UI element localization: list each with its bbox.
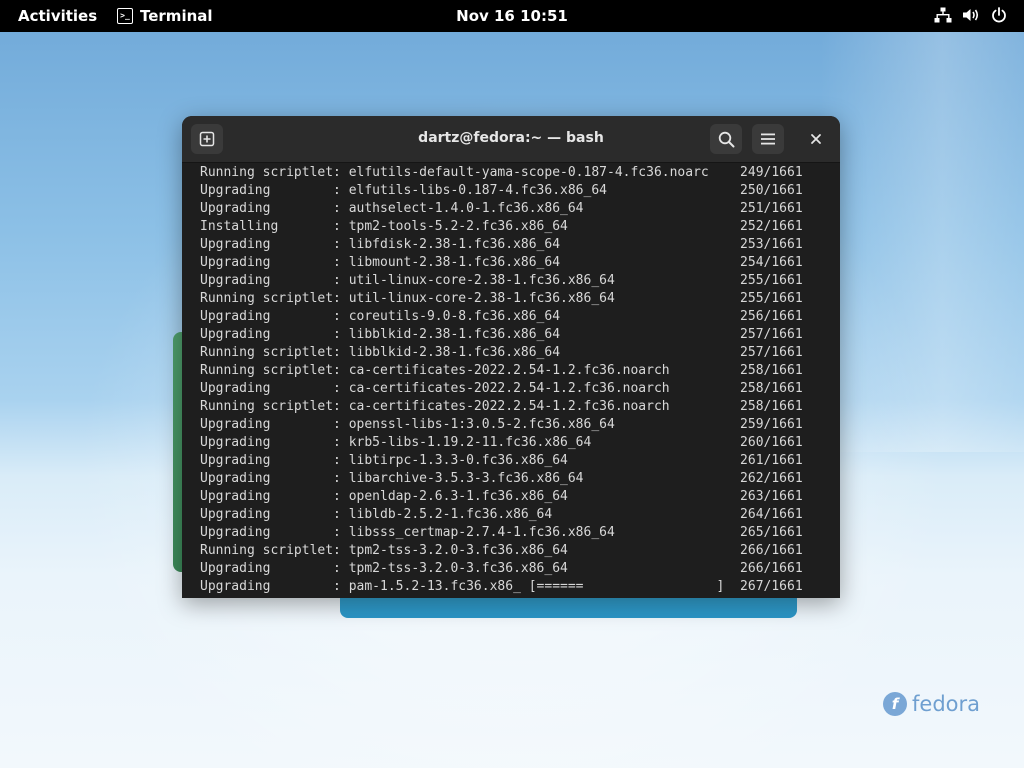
terminal-line: Upgrading : util-linux-core-2.38-1.fc36.… [200,273,803,288]
close-button[interactable] [800,124,832,154]
terminal-line: Upgrading : libfdisk-2.38-1.fc36.x86_64 … [200,237,803,252]
terminal-line: Running scriptlet: util-linux-core-2.38-… [200,291,803,306]
terminal-line: Upgrading : ca-certificates-2022.2.54-1.… [200,381,803,396]
terminal-line: Upgrading : libmount-2.38-1.fc36.x86_64 … [200,255,803,270]
fedora-logo-icon: f [883,692,907,716]
terminal-line: Upgrading : tpm2-tss-3.2.0-3.fc36.x86_64… [200,561,803,576]
app-menu-button[interactable]: >_ Terminal [117,7,213,25]
terminal-line: Upgrading : coreutils-9.0-8.fc36.x86_64 … [200,309,803,324]
network-icon[interactable] [934,6,952,24]
terminal-line: Upgrading : openssl-libs-1:3.0.5-2.fc36.… [200,417,803,432]
terminal-line: Upgrading : pam-1.5.2-13.fc36.x86_ [====… [200,579,803,594]
terminal-lines: Running scriptlet: elfutils-default-yama… [200,164,803,596]
terminal-headerbar[interactable]: dartz@fedora:~ — bash [182,116,840,163]
terminal-line: Running scriptlet: ca-certificates-2022.… [200,399,803,414]
terminal-line: Installing : tpm2-tools-5.2-2.fc36.x86_6… [200,219,803,234]
hamburger-icon [761,133,775,145]
terminal-line: Upgrading : elfutils-libs-0.187-4.fc36.x… [200,183,803,198]
terminal-line: Upgrading : libldb-2.5.2-1.fc36.x86_64 2… [200,507,803,522]
volume-icon[interactable] [962,6,980,24]
terminal-line: Upgrading : openldap-2.6.3-1.fc36.x86_64… [200,489,803,504]
system-tray[interactable] [934,6,1008,24]
fedora-logo-text: fedora [912,692,980,716]
main-menu-button[interactable] [752,124,784,154]
terminal-line: Upgrading : libsss_certmap-2.7.4-1.fc36.… [200,525,803,540]
terminal-line: Upgrading : krb5-libs-1.19.2-11.fc36.x86… [200,435,803,450]
clock-button[interactable]: Nov 16 10:51 [456,7,568,25]
search-button[interactable] [710,124,742,154]
top-bar: Activities >_ Terminal Nov 16 10:51 [0,0,1024,32]
terminal-line: Upgrading : libarchive-3.5.3-3.fc36.x86_… [200,471,803,486]
close-icon [811,134,821,144]
terminal-line: Upgrading : libblkid-2.38-1.fc36.x86_64 … [200,327,803,342]
terminal-line: Running scriptlet: tpm2-tss-3.2.0-3.fc36… [200,543,803,558]
terminal-line: Running scriptlet: libblkid-2.38-1.fc36.… [200,345,803,360]
terminal-line: Running scriptlet: elfutils-default-yama… [200,165,803,180]
terminal-window[interactable]: dartz@fedora:~ — bash Running scriptlet:… [182,116,840,598]
fedora-logo: f fedora [883,692,980,716]
terminal-line: Upgrading : authselect-1.4.0-1.fc36.x86_… [200,201,803,216]
terminal-app-icon: >_ [117,8,133,24]
activities-button[interactable]: Activities [18,7,97,25]
wallpaper-streak [820,32,1024,452]
terminal-output[interactable]: Running scriptlet: elfutils-default-yama… [182,163,840,598]
terminal-line: Upgrading : libtirpc-1.3.3-0.fc36.x86_64… [200,453,803,468]
search-icon [718,131,734,147]
power-icon[interactable] [990,6,1008,24]
app-menu-label: Terminal [140,7,213,25]
terminal-line: Running scriptlet: ca-certificates-2022.… [200,363,803,378]
